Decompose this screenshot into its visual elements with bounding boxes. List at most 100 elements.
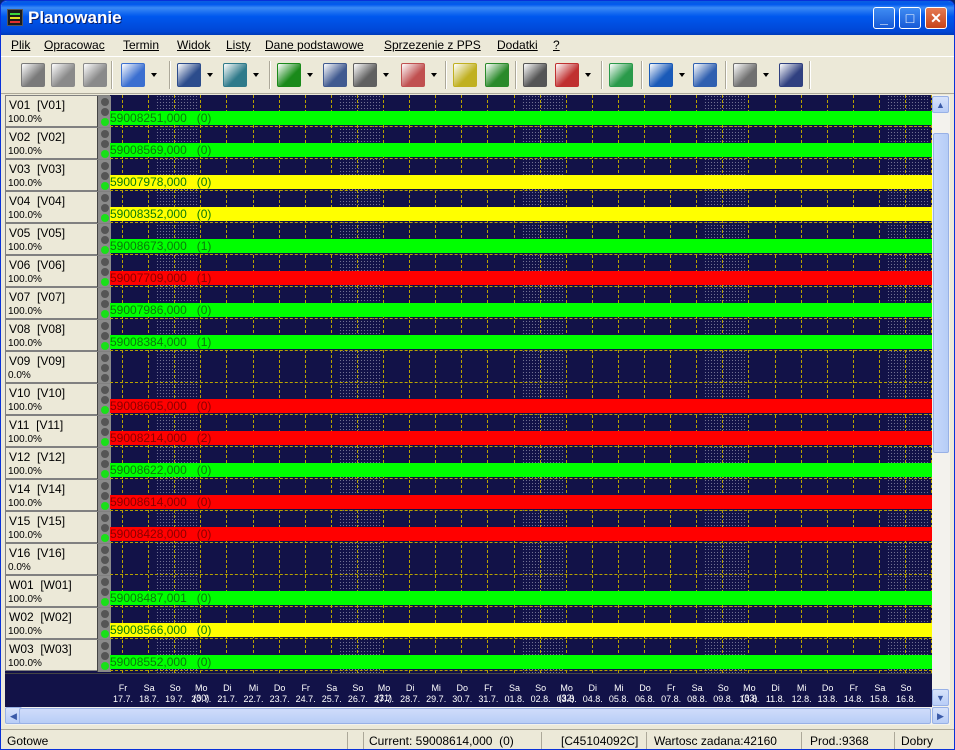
dropdown-arrow-icon[interactable] <box>585 73 591 77</box>
dropdown-arrow-icon[interactable] <box>763 73 769 77</box>
dropdown-arrow-icon[interactable] <box>151 73 157 77</box>
order-bar[interactable] <box>110 655 932 669</box>
close-button[interactable]: ✕ <box>925 7 947 29</box>
order-bar[interactable] <box>110 303 932 317</box>
cross-icon[interactable] <box>555 63 579 87</box>
menu-termin[interactable]: Termin <box>123 38 159 52</box>
layout-icon[interactable] <box>453 63 477 87</box>
machine-label[interactable]: V08 [V08] 100.0% <box>5 319 111 352</box>
tree-icon[interactable] <box>323 63 347 87</box>
order-label: 59008251,000 (0) <box>110 111 211 125</box>
status-target: Wartosc zadana:42160 <box>654 734 777 748</box>
scroll-right-icon[interactable]: ▶ <box>932 707 949 724</box>
order-bar[interactable] <box>110 143 932 157</box>
order-bar[interactable] <box>110 623 932 637</box>
order-bar[interactable] <box>110 271 932 285</box>
scroll-up-icon[interactable]: ▲ <box>932 96 949 113</box>
menu-opracowac[interactable]: Opracowac <box>44 38 105 52</box>
machine-label[interactable]: V16 [V16] 0.0% <box>5 543 111 576</box>
gantt-chart[interactable]: V01 [V01] 100.0% 59008251,000 (0) V02 [V02]… <box>5 95 932 707</box>
machine-label[interactable]: V07 [V07] 100.0% <box>5 287 111 320</box>
order-bar[interactable] <box>110 591 932 605</box>
order-bar[interactable] <box>110 111 932 125</box>
machine-label[interactable]: V14 [V14] 100.0% <box>5 479 111 512</box>
open-icon[interactable] <box>51 63 75 87</box>
horizontal-scrollbar[interactable]: ◀ ▶ <box>5 707 950 725</box>
order-label: 59008552,000 (0) <box>110 655 211 669</box>
order-bar[interactable] <box>110 239 932 253</box>
order-bar[interactable] <box>110 463 932 477</box>
dropdown-arrow-icon[interactable] <box>253 73 259 77</box>
save-icon[interactable] <box>83 63 107 87</box>
machine-label[interactable]: V12 [V12] 100.0% <box>5 447 111 480</box>
sheet-icon[interactable] <box>177 63 201 87</box>
list-icon[interactable] <box>609 63 633 87</box>
order-bar[interactable] <box>110 495 932 509</box>
order-bar[interactable] <box>110 175 932 189</box>
machine-label[interactable]: V11 [V11] 100.0% <box>5 415 111 448</box>
menu-[interactable]: ? <box>553 38 560 52</box>
machine-label[interactable]: V05 [V05] 100.0% <box>5 223 111 256</box>
menu-plik[interactable]: Plik <box>11 38 30 52</box>
dropdown-arrow-icon[interactable] <box>431 73 437 77</box>
hammer-icon[interactable] <box>523 63 547 87</box>
timeline-day: Fr <box>849 683 859 693</box>
traffic-light-icon <box>97 288 111 320</box>
dropdown-arrow-icon[interactable] <box>207 73 213 77</box>
machine-utilization: 100.0% <box>8 178 42 189</box>
window-icon[interactable] <box>693 63 717 87</box>
timeline-date: 23.7. <box>269 694 290 704</box>
timeline-day: Fr <box>118 683 128 693</box>
vertical-scroll-thumb[interactable] <box>933 133 949 453</box>
order-bar[interactable] <box>110 527 932 541</box>
dropdown-arrow-icon[interactable] <box>679 73 685 77</box>
machine-label[interactable]: V09 [V09] 0.0% <box>5 351 111 384</box>
order-bar[interactable] <box>110 207 932 221</box>
machine-label[interactable]: V01 [V01] 100.0% <box>5 95 111 128</box>
machine-label[interactable]: W02 [W02] 100.0% <box>5 607 111 640</box>
print-icon[interactable] <box>733 63 757 87</box>
money-icon[interactable] <box>223 63 247 87</box>
machine-label[interactable]: V15 [V15] 100.0% <box>5 511 111 544</box>
title-bar[interactable]: Planowanie _ □ ✕ <box>1 1 954 35</box>
machine-label[interactable]: V03 [V03] 100.0% <box>5 159 111 192</box>
machine-label[interactable]: W01 [W01] 100.0% <box>5 575 111 608</box>
abcd-icon[interactable] <box>277 63 301 87</box>
menu-dodatki[interactable]: Dodatki <box>497 38 538 52</box>
order-bar[interactable] <box>110 335 932 349</box>
traffic-light-icon[interactable] <box>353 63 377 87</box>
order-bar[interactable] <box>110 431 932 445</box>
horizontal-scroll-thumb[interactable] <box>19 708 931 724</box>
machine-label[interactable]: V04 [V04] 100.0% <box>5 191 111 224</box>
machine-label[interactable]: V10 [V10] 100.0% <box>5 383 111 416</box>
timeline-date: 03.8. <box>556 694 577 704</box>
menu-sprzezenie-z-pps[interactable]: Sprzezenie z PPS <box>384 38 481 52</box>
row-separator <box>110 382 932 383</box>
dropdown-arrow-icon[interactable] <box>383 73 389 77</box>
palette-icon[interactable] <box>401 63 425 87</box>
dropdown-arrow-icon[interactable] <box>307 73 313 77</box>
maximize-button[interactable]: □ <box>899 7 921 29</box>
menu-listy[interactable]: Listy <box>226 38 251 52</box>
minimize-button[interactable]: _ <box>873 7 895 29</box>
toolbar-separator <box>641 61 643 89</box>
machine-label[interactable]: V02 [V02] 100.0% <box>5 127 111 160</box>
order-count: (0) <box>196 623 212 637</box>
split-icon[interactable] <box>485 63 509 87</box>
new-icon[interactable] <box>21 63 45 87</box>
order-bar[interactable] <box>110 399 932 413</box>
notepad-icon[interactable] <box>779 63 803 87</box>
vertical-scrollbar[interactable]: ▲ ▼ <box>932 95 950 707</box>
machine-label[interactable]: W03 [W03] 100.0% <box>5 639 111 672</box>
scroll-down-icon[interactable]: ▼ <box>932 689 949 706</box>
toolbar-separator <box>445 61 447 89</box>
machine-label[interactable]: V06 [V06] 100.0% <box>5 255 111 288</box>
menu-dane-podstawowe[interactable]: Dane podstawowe <box>265 38 364 52</box>
zoom-icon[interactable] <box>121 63 145 87</box>
menu-widok[interactable]: Widok <box>177 38 210 52</box>
machine-utilization: 100.0% <box>8 434 42 445</box>
order-count: (0) <box>196 591 212 605</box>
chart-icon[interactable] <box>649 63 673 87</box>
timeline-date: 08.8. <box>687 694 708 704</box>
timeline-date: 15.8. <box>869 694 890 704</box>
